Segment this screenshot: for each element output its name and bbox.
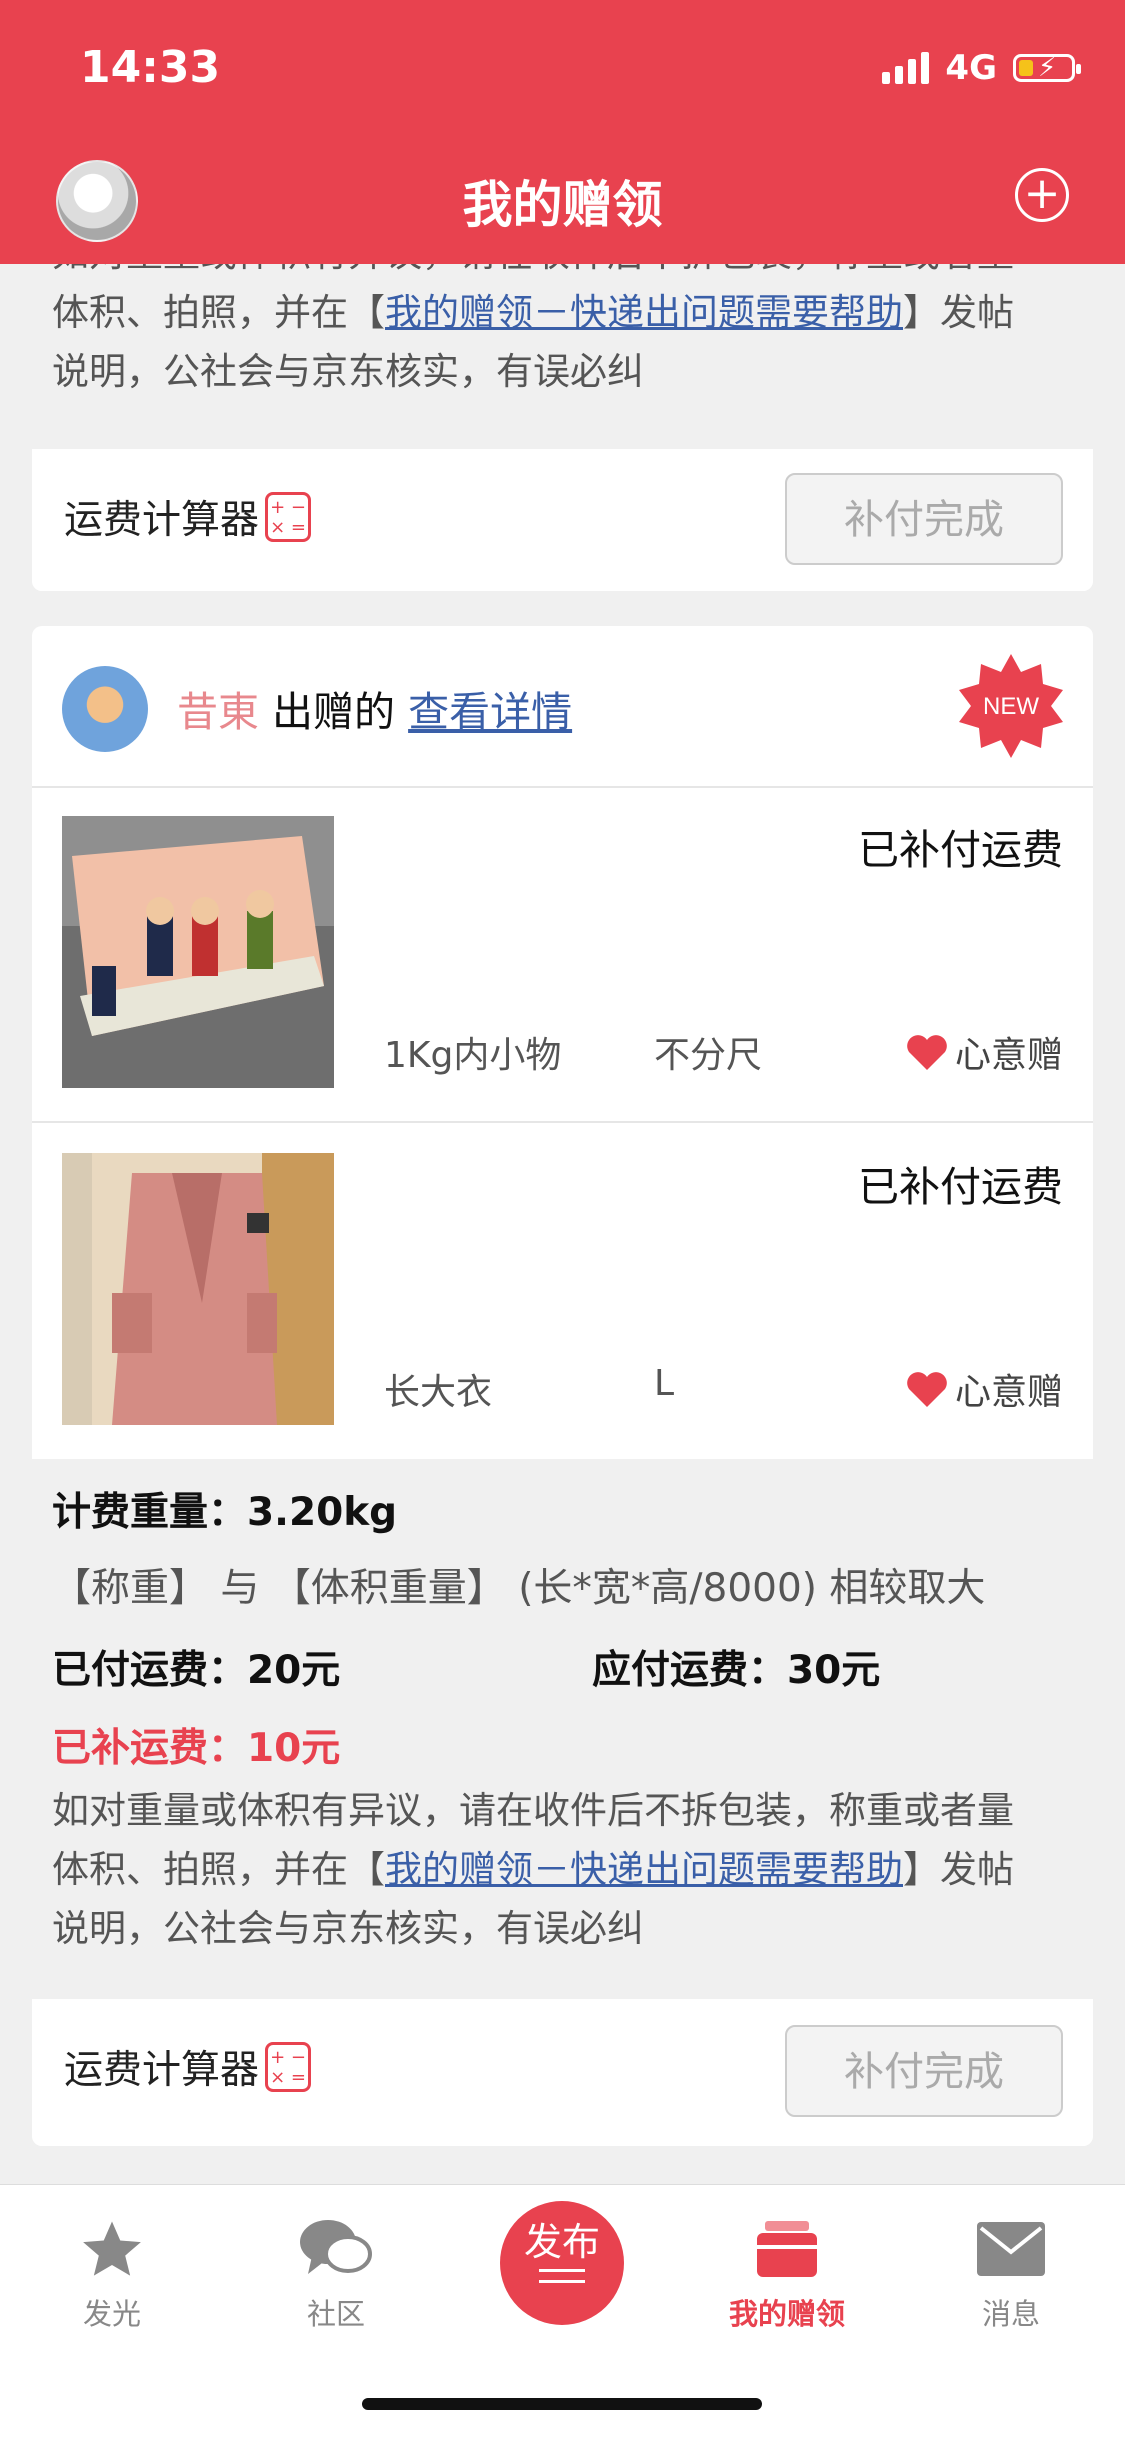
item-photo-pouch (62, 816, 334, 1088)
order-card: 昔東 出赠的 查看详情 NEW 已补付运费 1Kg内小物 不分尺 心意赠 已补付… (32, 626, 1093, 2146)
weight-rule: 【称重】 与 【体积重量】 (长*宽*高/8000) 相较取大 (52, 1566, 986, 1611)
tab-label: 消息 (981, 2297, 1040, 2331)
previous-order-card: 如对重量或体积有异议，请在收件后不拆包装，称重或者量 体积、拍照，并在【我的赠领… (32, 224, 1093, 591)
freight-calculator[interactable]: 运费计算器 + − × = (64, 489, 312, 545)
svg-text:NEW: NEW (983, 693, 1039, 720)
page-title: 我的赠领 (462, 176, 663, 234)
item-status: 已补付运费 (858, 826, 1063, 874)
chat-bubbles-icon (300, 2220, 372, 2274)
calculator-row: 运费计算器 + − × = 补付完成 (32, 449, 1093, 591)
help-link[interactable]: 我的赠领－快递出问题需要帮助 (385, 291, 903, 334)
publish-button[interactable]: 发布 (500, 2201, 624, 2325)
due-freight: 应付运费：30元 (592, 1648, 881, 1693)
network-type: 4G (945, 48, 997, 88)
calculator-label: 运费计算器 (64, 2048, 260, 2093)
giver-name[interactable]: 昔東 (177, 688, 259, 736)
item-size: 不分尺 (654, 1035, 763, 1076)
calculator-row: 运费计算器 + − × = 补付完成 (32, 1999, 1093, 2146)
heart-icon (907, 1372, 947, 1407)
list-item[interactable]: 已补付运费 1Kg内小物 不分尺 心意赠 (32, 786, 1093, 1123)
app-header: 14:33 4G ⚡ 我的赠领 + (0, 0, 1125, 264)
item-photo-coat (62, 1153, 334, 1425)
view-details-link[interactable]: 查看详情 (408, 688, 572, 736)
status-indicators: 4G ⚡ (882, 48, 1081, 88)
heart-icon (907, 1035, 947, 1070)
calculator-icon: + − × = (265, 2042, 312, 2092)
extra-freight: 已补运费：10元 (52, 1726, 341, 1771)
tab-community[interactable]: 社区 (256, 2215, 416, 2333)
item-tag: 心意赠 (905, 1026, 1063, 1078)
payment-done-button[interactable]: 补付完成 (785, 473, 1063, 565)
plus-circle-icon[interactable]: + (1015, 168, 1069, 222)
item-category: 1Kg内小物 (384, 1035, 562, 1076)
star-icon (83, 2221, 141, 2276)
signal-icon (882, 52, 930, 84)
item-tag: 心意赠 (905, 1363, 1063, 1415)
tab-label: 社区 (306, 2297, 365, 2331)
tab-label: 发光 (82, 2297, 141, 2331)
publish-icon (539, 2269, 585, 2283)
publish-label: 发布 (523, 2220, 600, 2264)
tab-label: 我的赠领 (728, 2297, 845, 2331)
tab-faguang[interactable]: 发光 (32, 2215, 192, 2333)
freight-summary: 计费重量：3.20kg 【称重】 与 【体积重量】 (长*宽*高/8000) 相… (32, 1459, 1093, 1999)
giver-row: 昔東 出赠的 查看详情 NEW (32, 626, 1093, 788)
calculator-label: 运费计算器 (64, 498, 260, 543)
tab-my-gifts[interactable]: 我的赠领 (707, 2215, 867, 2333)
giver-action: 出赠的 (272, 688, 396, 736)
dispute-info: 如对重量或体积有异议，请在收件后不拆包装，称重或者量 体积、拍照，并在【我的赠领… (52, 1789, 1014, 1950)
envelope-icon (977, 2222, 1045, 2276)
info-line-3: 说明，公社会与京东核实，有误必纠 (52, 350, 644, 393)
gift-box-icon (757, 2221, 817, 2277)
item-category: 长大衣 (384, 1372, 493, 1413)
item-status: 已补付运费 (858, 1163, 1063, 1211)
help-link[interactable]: 我的赠领－快递出问题需要帮助 (385, 1848, 903, 1891)
home-indicator[interactable] (362, 2398, 762, 2410)
battery-icon: ⚡ (1013, 53, 1081, 83)
tab-messages[interactable]: 消息 (931, 2215, 1091, 2333)
item-size: L (654, 1363, 675, 1404)
status-time: 14:33 (80, 42, 221, 93)
list-item[interactable]: 已补付运费 长大衣 L 心意赠 (32, 1123, 1093, 1458)
paid-freight: 已付运费：20元 (52, 1648, 341, 1693)
payment-done-button[interactable]: 补付完成 (785, 2025, 1063, 2117)
calculator-icon: + − × = (265, 492, 312, 542)
billing-weight: 计费重量：3.20kg (52, 1490, 398, 1535)
info-line-2: 体积、拍照，并在【我的赠领－快递出问题需要帮助】发帖 (52, 291, 1014, 334)
giver-avatar[interactable] (62, 666, 148, 752)
new-badge: NEW (959, 654, 1063, 758)
freight-calculator[interactable]: 运费计算器 + − × = (64, 2039, 312, 2095)
